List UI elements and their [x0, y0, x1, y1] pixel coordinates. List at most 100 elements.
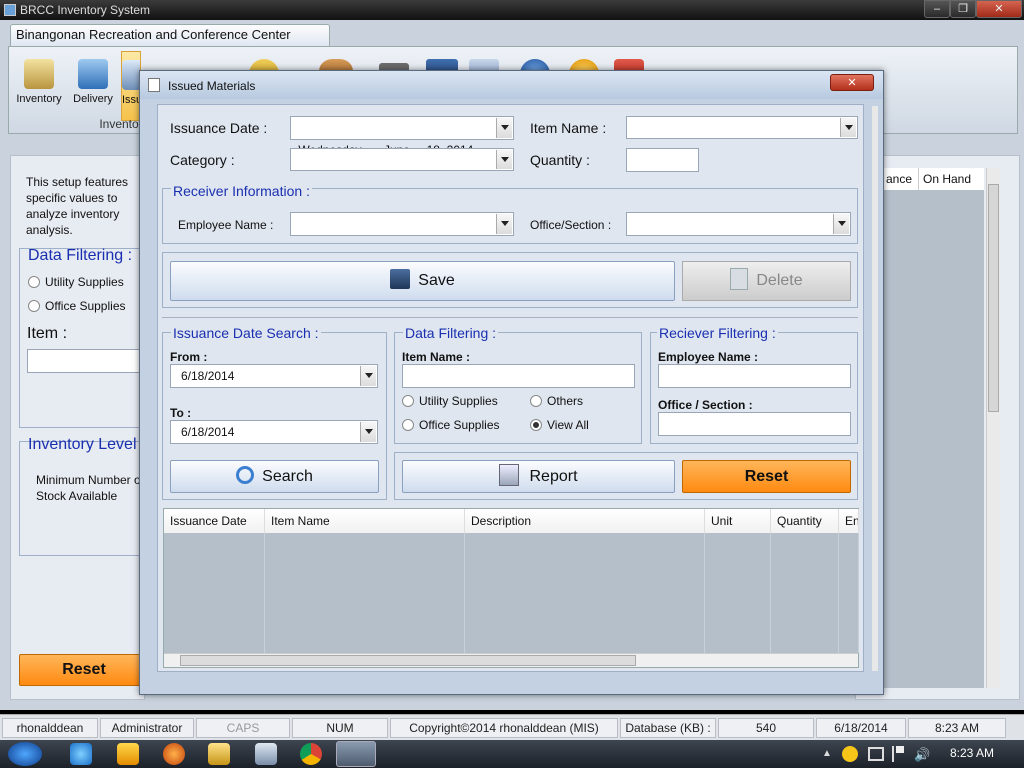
radio-icon	[402, 395, 414, 407]
h-scroll-thumb[interactable]	[180, 655, 636, 666]
search-button[interactable]: Search	[170, 460, 379, 493]
filter-office-radio[interactable]: Office Supplies	[402, 418, 500, 432]
column-quantity[interactable]: Quantity	[771, 509, 839, 533]
from-date-picker[interactable]: 6/18/2014	[170, 364, 378, 388]
maximize-button[interactable]: ❐	[950, 0, 976, 18]
save-label: Save	[418, 272, 455, 289]
status-caps: CAPS	[196, 718, 290, 738]
category-label: Category :	[170, 152, 235, 168]
chrome-icon[interactable]	[300, 743, 322, 765]
delivery-button[interactable]: Delivery	[67, 51, 119, 121]
grid-column-body	[465, 533, 705, 653]
category-select[interactable]	[290, 148, 514, 171]
issuance-date-label: Issuance Date :	[170, 120, 268, 136]
chevron-down-icon[interactable]	[496, 118, 512, 138]
tray-arrow-icon[interactable]: ▲	[822, 748, 832, 759]
chevron-down-icon[interactable]	[496, 214, 512, 234]
active-app-taskbar-button[interactable]	[336, 741, 376, 767]
internet-explorer-icon[interactable]	[70, 743, 92, 765]
firefox-icon[interactable]	[163, 743, 185, 765]
delete-button[interactable]: Delete	[682, 261, 851, 301]
close-window-button[interactable]: ✕	[976, 0, 1022, 18]
left-item-input[interactable]	[27, 349, 147, 373]
office-section-label: Office/Section :	[530, 218, 612, 232]
status-copyright: Copyright©2014 rhonalddean (MIS)	[390, 718, 618, 738]
filter-viewall-radio[interactable]: View All	[530, 418, 589, 432]
column-issuance-date[interactable]: Issuance Date	[164, 509, 265, 533]
network-icon[interactable]	[868, 747, 884, 761]
grid-column-body	[839, 533, 859, 653]
dialog-title: Issued Materials	[168, 79, 256, 93]
filter-others-radio[interactable]: Others	[530, 394, 583, 408]
data-filter-title: Data Filtering :	[403, 325, 499, 341]
start-icon[interactable]	[8, 742, 42, 766]
office-section-select[interactable]	[626, 212, 851, 236]
status-time: 8:23 AM	[908, 718, 1006, 738]
document-icon	[148, 78, 160, 92]
volume-icon[interactable]: 🔊	[914, 747, 930, 763]
status-role: Administrator	[100, 718, 194, 738]
save-button[interactable]: Save	[170, 261, 675, 301]
rf-office-input[interactable]	[658, 412, 851, 436]
emoji-tray-icon[interactable]	[842, 746, 858, 762]
ledger-icon	[24, 59, 54, 89]
scroll-thumb[interactable]	[988, 184, 999, 412]
left-option-office[interactable]: Office Supplies	[28, 299, 126, 313]
dialog-close-button[interactable]: ✕	[830, 74, 874, 91]
employee-name-select[interactable]	[290, 212, 514, 236]
filter-utility-radio[interactable]: Utility Supplies	[402, 394, 498, 408]
folder-icon[interactable]	[208, 743, 230, 765]
inventory-button[interactable]: Inventory	[13, 51, 65, 121]
from-label: From :	[170, 350, 208, 364]
issuance-button[interactable]: Issuance	[121, 51, 141, 121]
vertical-scrollbar[interactable]	[986, 168, 1000, 688]
chevron-down-icon[interactable]	[840, 118, 856, 137]
left-option-utility[interactable]: Utility Supplies	[28, 275, 124, 289]
search-label: Search	[262, 468, 313, 485]
app-title: BRCC Inventory System	[20, 3, 151, 17]
quantity-label: Quantity :	[530, 152, 590, 168]
rf-employee-input[interactable]	[658, 364, 851, 388]
horizontal-scrollbar[interactable]	[164, 653, 858, 667]
left-reset-button[interactable]: Reset	[19, 654, 149, 686]
item-name-select[interactable]	[626, 116, 858, 139]
grid-column-body	[265, 533, 465, 653]
status-username: rhonalddean	[2, 718, 98, 738]
to-date-picker[interactable]: 6/18/2014	[170, 420, 378, 444]
taskbar-clock[interactable]: 8:23 AM	[950, 746, 994, 760]
chevron-down-icon[interactable]	[496, 150, 512, 169]
issued-materials-grid: Issuance Date Item Name Description Unit…	[163, 508, 859, 668]
report-button[interactable]: Report	[402, 460, 675, 493]
radio-icon	[402, 419, 414, 431]
filter-item-name-input[interactable]	[402, 364, 635, 388]
reset-button[interactable]: Reset	[682, 460, 851, 493]
app-window-icon[interactable]	[255, 743, 277, 765]
minimize-button[interactable]: –	[924, 0, 950, 18]
status-date: 6/18/2014	[816, 718, 906, 738]
chevron-down-icon[interactable]	[360, 366, 376, 386]
media-player-icon[interactable]	[117, 743, 139, 765]
column-employee[interactable]: En	[839, 509, 859, 533]
magnifier-icon	[236, 466, 255, 484]
left-option-office-label: Office Supplies	[45, 299, 126, 313]
column-description[interactable]: Description	[465, 509, 705, 533]
left-option-utility-label: Utility Supplies	[45, 275, 124, 289]
delivery-label: Delivery	[73, 93, 113, 105]
chevron-down-icon[interactable]	[833, 214, 849, 234]
column-unit[interactable]: Unit	[705, 509, 771, 533]
status-num: NUM	[292, 718, 388, 738]
grid-header-balance: ance	[884, 168, 918, 190]
issuance-date-picker[interactable]: Wednesday, June 18, 2014	[290, 116, 514, 157]
item-name-label: Item Name :	[530, 120, 607, 136]
setup-panel: This setup features specific values to a…	[10, 155, 149, 700]
to-label: To :	[170, 406, 192, 420]
delete-label: Delete	[756, 272, 803, 289]
column-item-name[interactable]: Item Name	[265, 509, 465, 533]
quantity-input[interactable]	[626, 148, 699, 172]
dialog-scroll-edge	[872, 106, 878, 671]
app-icon	[4, 4, 16, 16]
chevron-down-icon[interactable]	[360, 422, 376, 442]
setup-description: This setup features specific values to a…	[26, 175, 129, 237]
flag-icon[interactable]	[892, 746, 904, 762]
ribbon-tab[interactable]: Binangonan Recreation and Conference Cen…	[10, 24, 330, 46]
